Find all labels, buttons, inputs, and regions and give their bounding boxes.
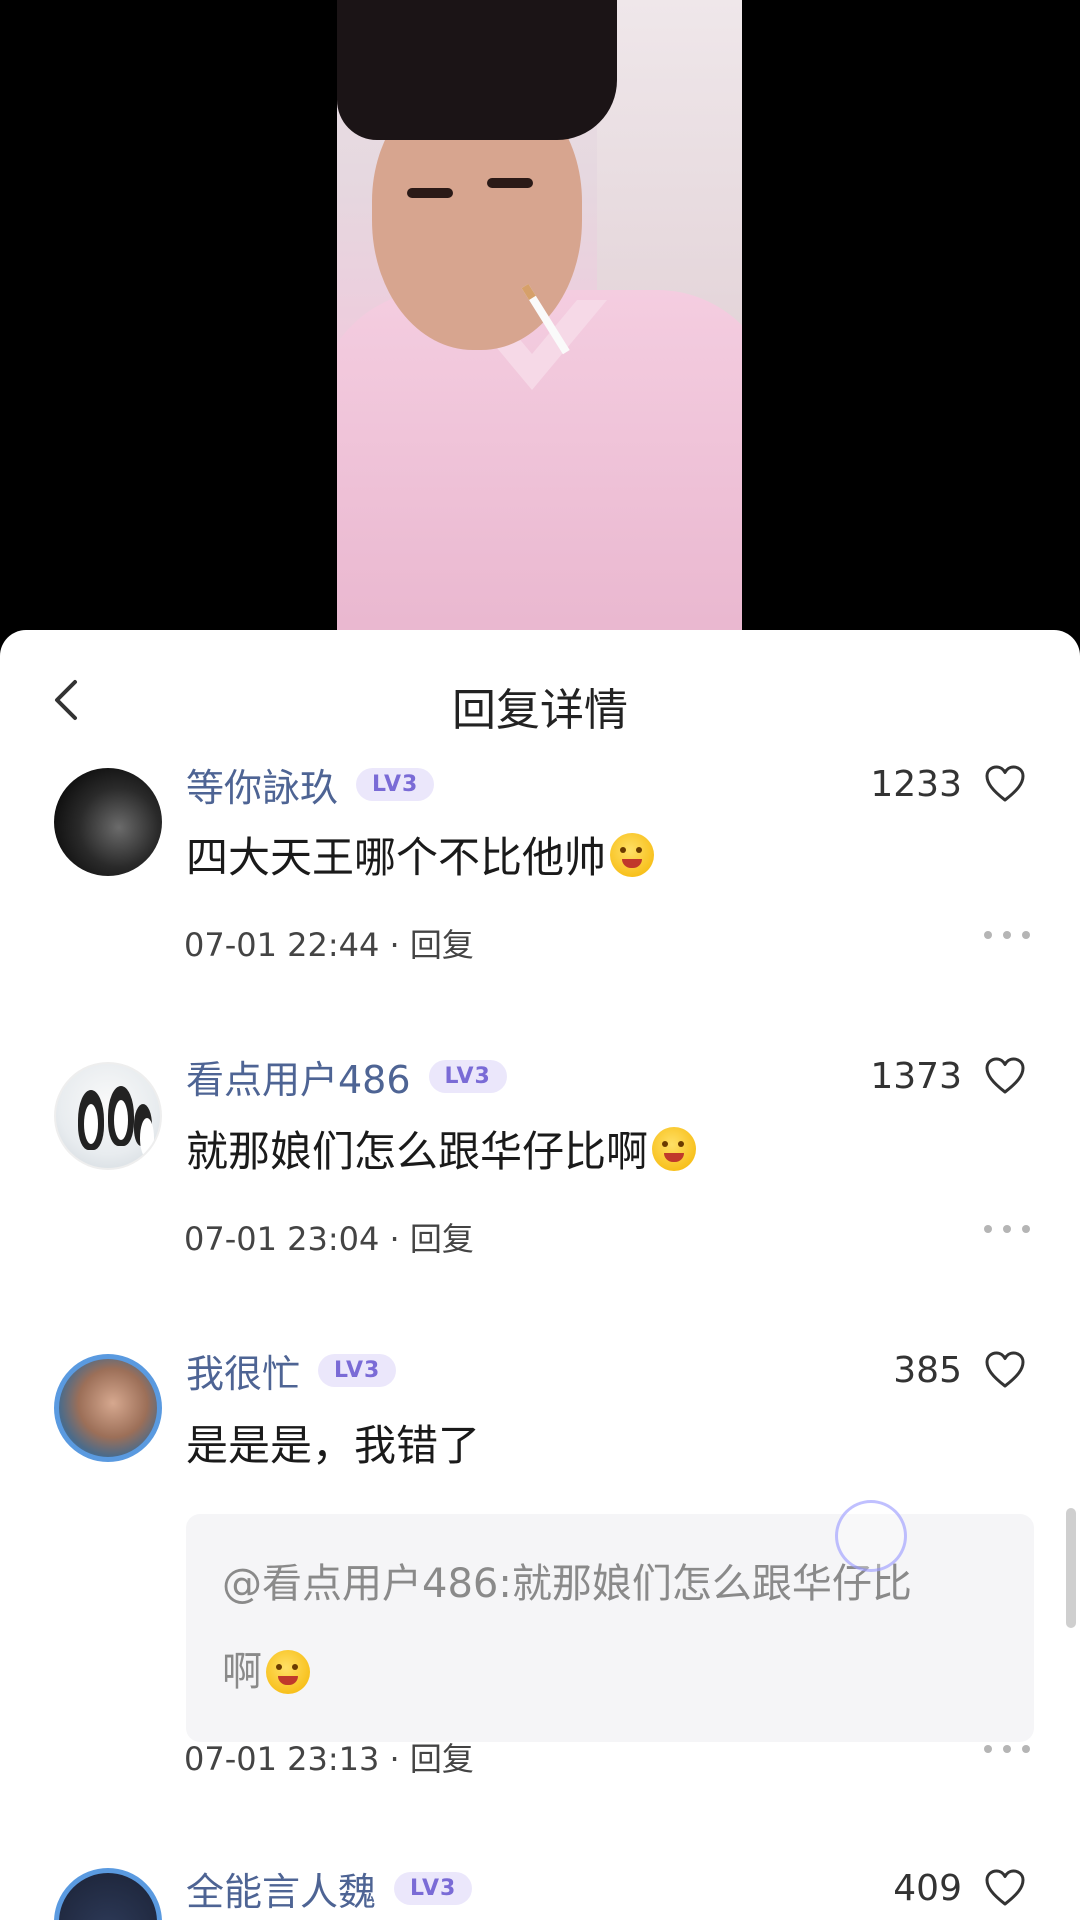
- level-badge: LV3: [318, 1353, 397, 1387]
- avatar[interactable]: [54, 1354, 162, 1462]
- heart-icon[interactable]: [984, 764, 1026, 804]
- like-count: 1373: [870, 1055, 962, 1097]
- laughing-tears-icon: [266, 1650, 310, 1694]
- like-button[interactable]: 385: [893, 1346, 1026, 1394]
- reply-detail-sheet: 回复详情 等你詠玖 LV3 1233 四大天王哪个不比他帅 07-01 22:4…: [0, 630, 1080, 1920]
- laughing-tears-icon: [652, 1126, 697, 1171]
- like-count: 1233: [870, 763, 962, 805]
- level-badge: LV3: [394, 1871, 473, 1905]
- more-icon[interactable]: [984, 1742, 1030, 1756]
- heart-icon[interactable]: [984, 1056, 1026, 1096]
- comment-text: 是是是，我错了: [186, 1421, 481, 1470]
- reply-link[interactable]: 回复: [410, 1220, 474, 1258]
- comment-text: 四大天王哪个不比他帅: [186, 824, 655, 885]
- drooling-face-icon: [610, 832, 655, 877]
- username[interactable]: 我很忙: [186, 1343, 300, 1398]
- timestamp: 07-01 23:04: [184, 1220, 380, 1258]
- comment-meta: 07-01 23:13 · 回复: [184, 1740, 474, 1778]
- username[interactable]: 看点用户486: [186, 1049, 411, 1104]
- like-count: 409: [893, 1867, 962, 1909]
- heart-icon[interactable]: [984, 1868, 1026, 1908]
- avatar[interactable]: [54, 768, 162, 876]
- scrollbar-thumb[interactable]: [1066, 1508, 1076, 1628]
- comment-text: 就那娘们怎么跟华仔比啊: [186, 1118, 697, 1179]
- level-badge: LV3: [428, 1059, 507, 1093]
- like-button[interactable]: 409: [893, 1864, 1026, 1912]
- quote-line: 啊: [222, 1649, 262, 1695]
- avatar[interactable]: [54, 1062, 162, 1170]
- avatar[interactable]: [54, 1868, 162, 1920]
- level-badge: LV3: [356, 767, 435, 801]
- sheet-title: 回复详情: [452, 685, 628, 736]
- sheet-header: 回复详情: [0, 630, 1080, 770]
- like-button[interactable]: 1373: [870, 1052, 1026, 1100]
- comment-meta: 07-01 22:44 · 回复: [184, 926, 474, 964]
- like-button[interactable]: 1233: [870, 760, 1026, 808]
- heart-icon[interactable]: [984, 1350, 1026, 1390]
- username[interactable]: 全能言人魏: [186, 1861, 376, 1916]
- username[interactable]: 等你詠玖: [186, 757, 338, 812]
- video-frame: [337, 0, 742, 640]
- reply-link[interactable]: 回复: [410, 926, 474, 964]
- timestamp: 07-01 23:13: [184, 1740, 380, 1778]
- quoted-reply[interactable]: @看点用户486:就那娘们怎么跟华仔比 啊: [186, 1514, 1034, 1742]
- like-count: 385: [893, 1349, 962, 1391]
- more-icon[interactable]: [984, 928, 1030, 942]
- reply-link[interactable]: 回复: [410, 1740, 474, 1778]
- comment-meta: 07-01 23:04 · 回复: [184, 1220, 474, 1258]
- more-icon[interactable]: [984, 1222, 1030, 1236]
- timestamp: 07-01 22:44: [184, 926, 380, 964]
- video-player[interactable]: [0, 0, 1080, 640]
- touch-indicator: [835, 1500, 907, 1572]
